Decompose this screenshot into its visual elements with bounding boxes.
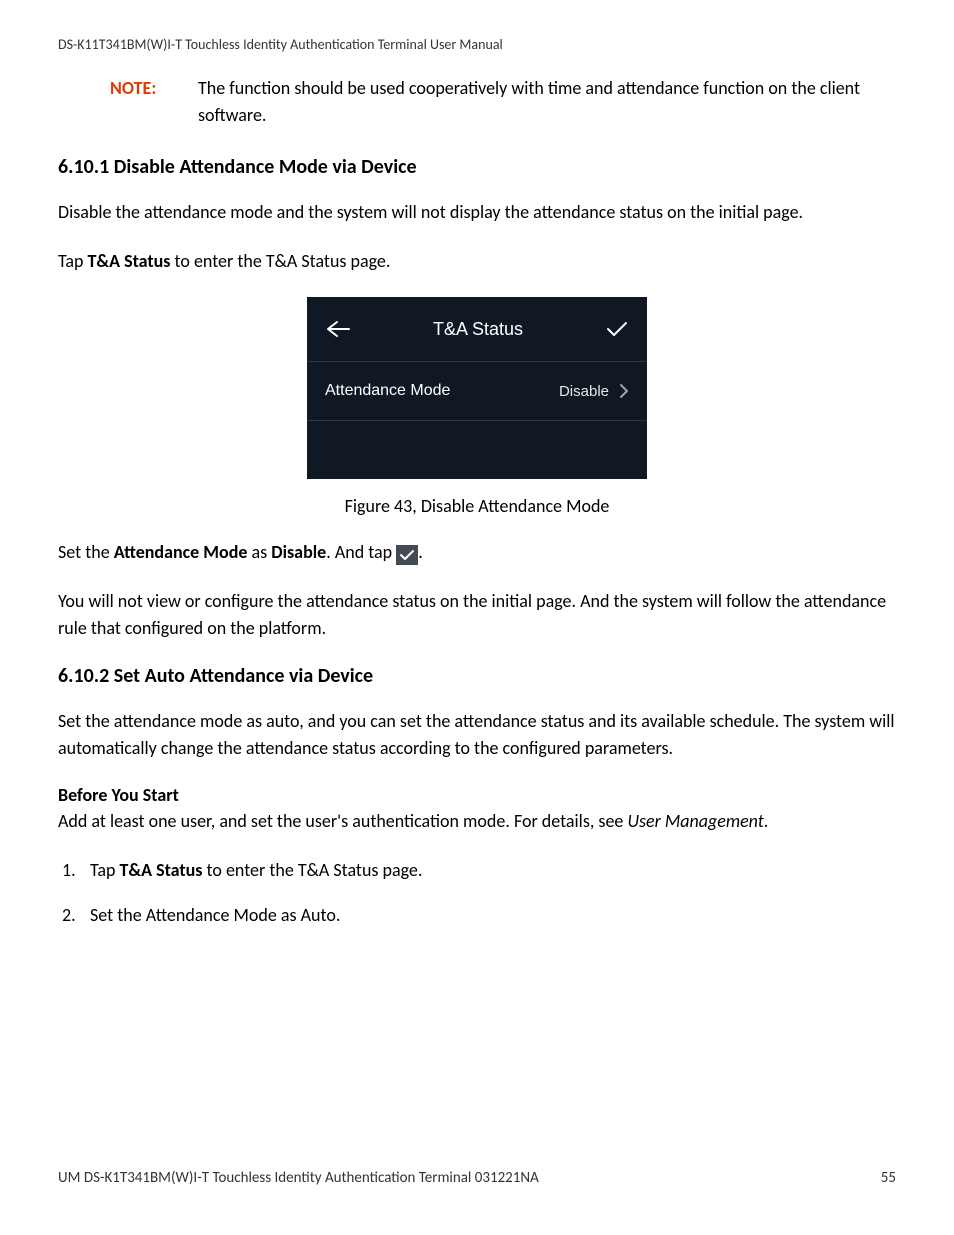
section2-p1: Set the attendance mode as auto, and you…: [58, 708, 896, 762]
text-fragment: .: [764, 810, 769, 832]
section1-p1: Disable the attendance mode and the syst…: [58, 199, 896, 226]
text-bold: Disable: [271, 541, 326, 563]
before-you-start-heading: Before You Start: [58, 784, 896, 806]
text-fragment: as: [247, 541, 271, 563]
figure-43-caption: Figure 43, Disable Attendance Mode: [58, 495, 896, 517]
note-block: NOTE: The function should be used cooper…: [110, 75, 896, 129]
row-value: Disable: [559, 383, 609, 400]
device-header-title: T&A Status: [433, 319, 523, 340]
step-number: 2.: [62, 902, 90, 929]
attendance-mode-row[interactable]: Attendance Mode Disable: [307, 361, 647, 421]
list-item: 2. Set the Attendance Mode as Auto.: [62, 902, 896, 929]
text-fragment: Add at least one user, and set the user'…: [58, 810, 627, 832]
text-fragment: Set the Attendance Mode as Auto.: [90, 904, 340, 926]
after-figure-p1: Set the Attendance Mode as Disable. And …: [58, 539, 896, 566]
step-text: Set the Attendance Mode as Auto.: [90, 902, 340, 929]
text-bold: T&A Status: [120, 859, 203, 881]
section-heading-6-10-1: 6.10.1 Disable Attendance Mode via Devic…: [58, 155, 896, 179]
device-screenshot: T&A Status Attendance Mode Disable: [307, 297, 647, 479]
figure-43-container: T&A Status Attendance Mode Disable: [58, 297, 896, 479]
footer-right: 55: [881, 1169, 896, 1187]
text-fragment: . And tap: [326, 541, 396, 563]
text-fragment: Set the: [58, 541, 114, 563]
note-label: NOTE:: [110, 75, 198, 129]
list-item: 1. Tap T&A Status to enter the T&A Statu…: [62, 857, 896, 884]
text-bold: T&A Status: [88, 250, 171, 272]
steps-list: 1. Tap T&A Status to enter the T&A Statu…: [62, 857, 896, 929]
section1-p2: Tap T&A Status to enter the T&A Status p…: [58, 248, 896, 275]
text-fragment: Tap: [58, 250, 88, 272]
text-fragment: Tap: [90, 859, 120, 881]
check-icon[interactable]: [605, 319, 629, 339]
text-fragment: to enter the T&A Status page.: [170, 250, 390, 272]
note-text: The function should be used cooperativel…: [198, 75, 896, 129]
after-figure-p2: You will not view or configure the atten…: [58, 588, 896, 642]
device-blank-area: [307, 421, 647, 479]
footer-left: UM DS-K1T341BM(W)I-T Touchless Identity …: [58, 1169, 539, 1187]
device-header-bar: T&A Status: [307, 297, 647, 361]
text-bold: Attendance Mode: [114, 541, 248, 563]
step-number: 1.: [62, 857, 90, 884]
page-footer: UM DS-K1T341BM(W)I-T Touchless Identity …: [58, 1169, 896, 1187]
text-fragment: to enter the T&A Status page.: [202, 859, 422, 881]
text-fragment: .: [418, 541, 423, 563]
inline-check-icon: [396, 545, 418, 565]
step-text: Tap T&A Status to enter the T&A Status p…: [90, 857, 422, 884]
section-heading-6-10-2: 6.10.2 Set Auto Attendance via Device: [58, 664, 896, 688]
chevron-right-icon: [619, 383, 629, 399]
back-icon[interactable]: [325, 319, 351, 339]
row-label: Attendance Mode: [325, 382, 450, 400]
text-italic: User Management: [627, 810, 763, 832]
before-you-start-body: Add at least one user, and set the user'…: [58, 808, 896, 835]
document-header: DS-K11T341BM(W)I-T Touchless Identity Au…: [58, 36, 896, 53]
